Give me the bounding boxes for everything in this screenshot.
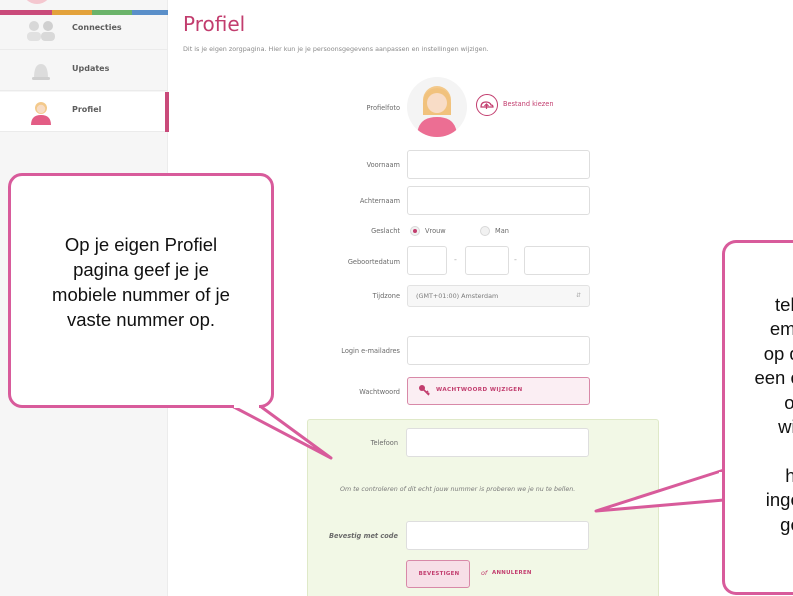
callout-line: pagina geef je je — [73, 259, 209, 280]
callout-right-text: N telef emai op de een co om wija hui in… — [724, 268, 793, 537]
callout-line-spacer — [724, 440, 793, 464]
callout-line: inges — [765, 489, 793, 510]
callout-left-text: Op je eigen Profiel pagina geef je je mo… — [14, 232, 268, 332]
callout-line: een co — [754, 367, 793, 388]
callout-line: mobiele nummer of je — [52, 284, 230, 305]
callout-line: N — [724, 268, 793, 293]
callout-line: Op je eigen Profiel — [64, 234, 218, 255]
callout-line: hui — [785, 464, 793, 486]
callout-line: om — [784, 391, 793, 413]
callout-line: ges — [780, 513, 793, 535]
callout-line: op de — [763, 342, 793, 364]
callout-line: vaste nummer op. — [66, 309, 216, 330]
callout-line: wija — [778, 416, 793, 437]
callout-line: telef — [775, 293, 793, 315]
callout-line: emai — [769, 318, 793, 339]
